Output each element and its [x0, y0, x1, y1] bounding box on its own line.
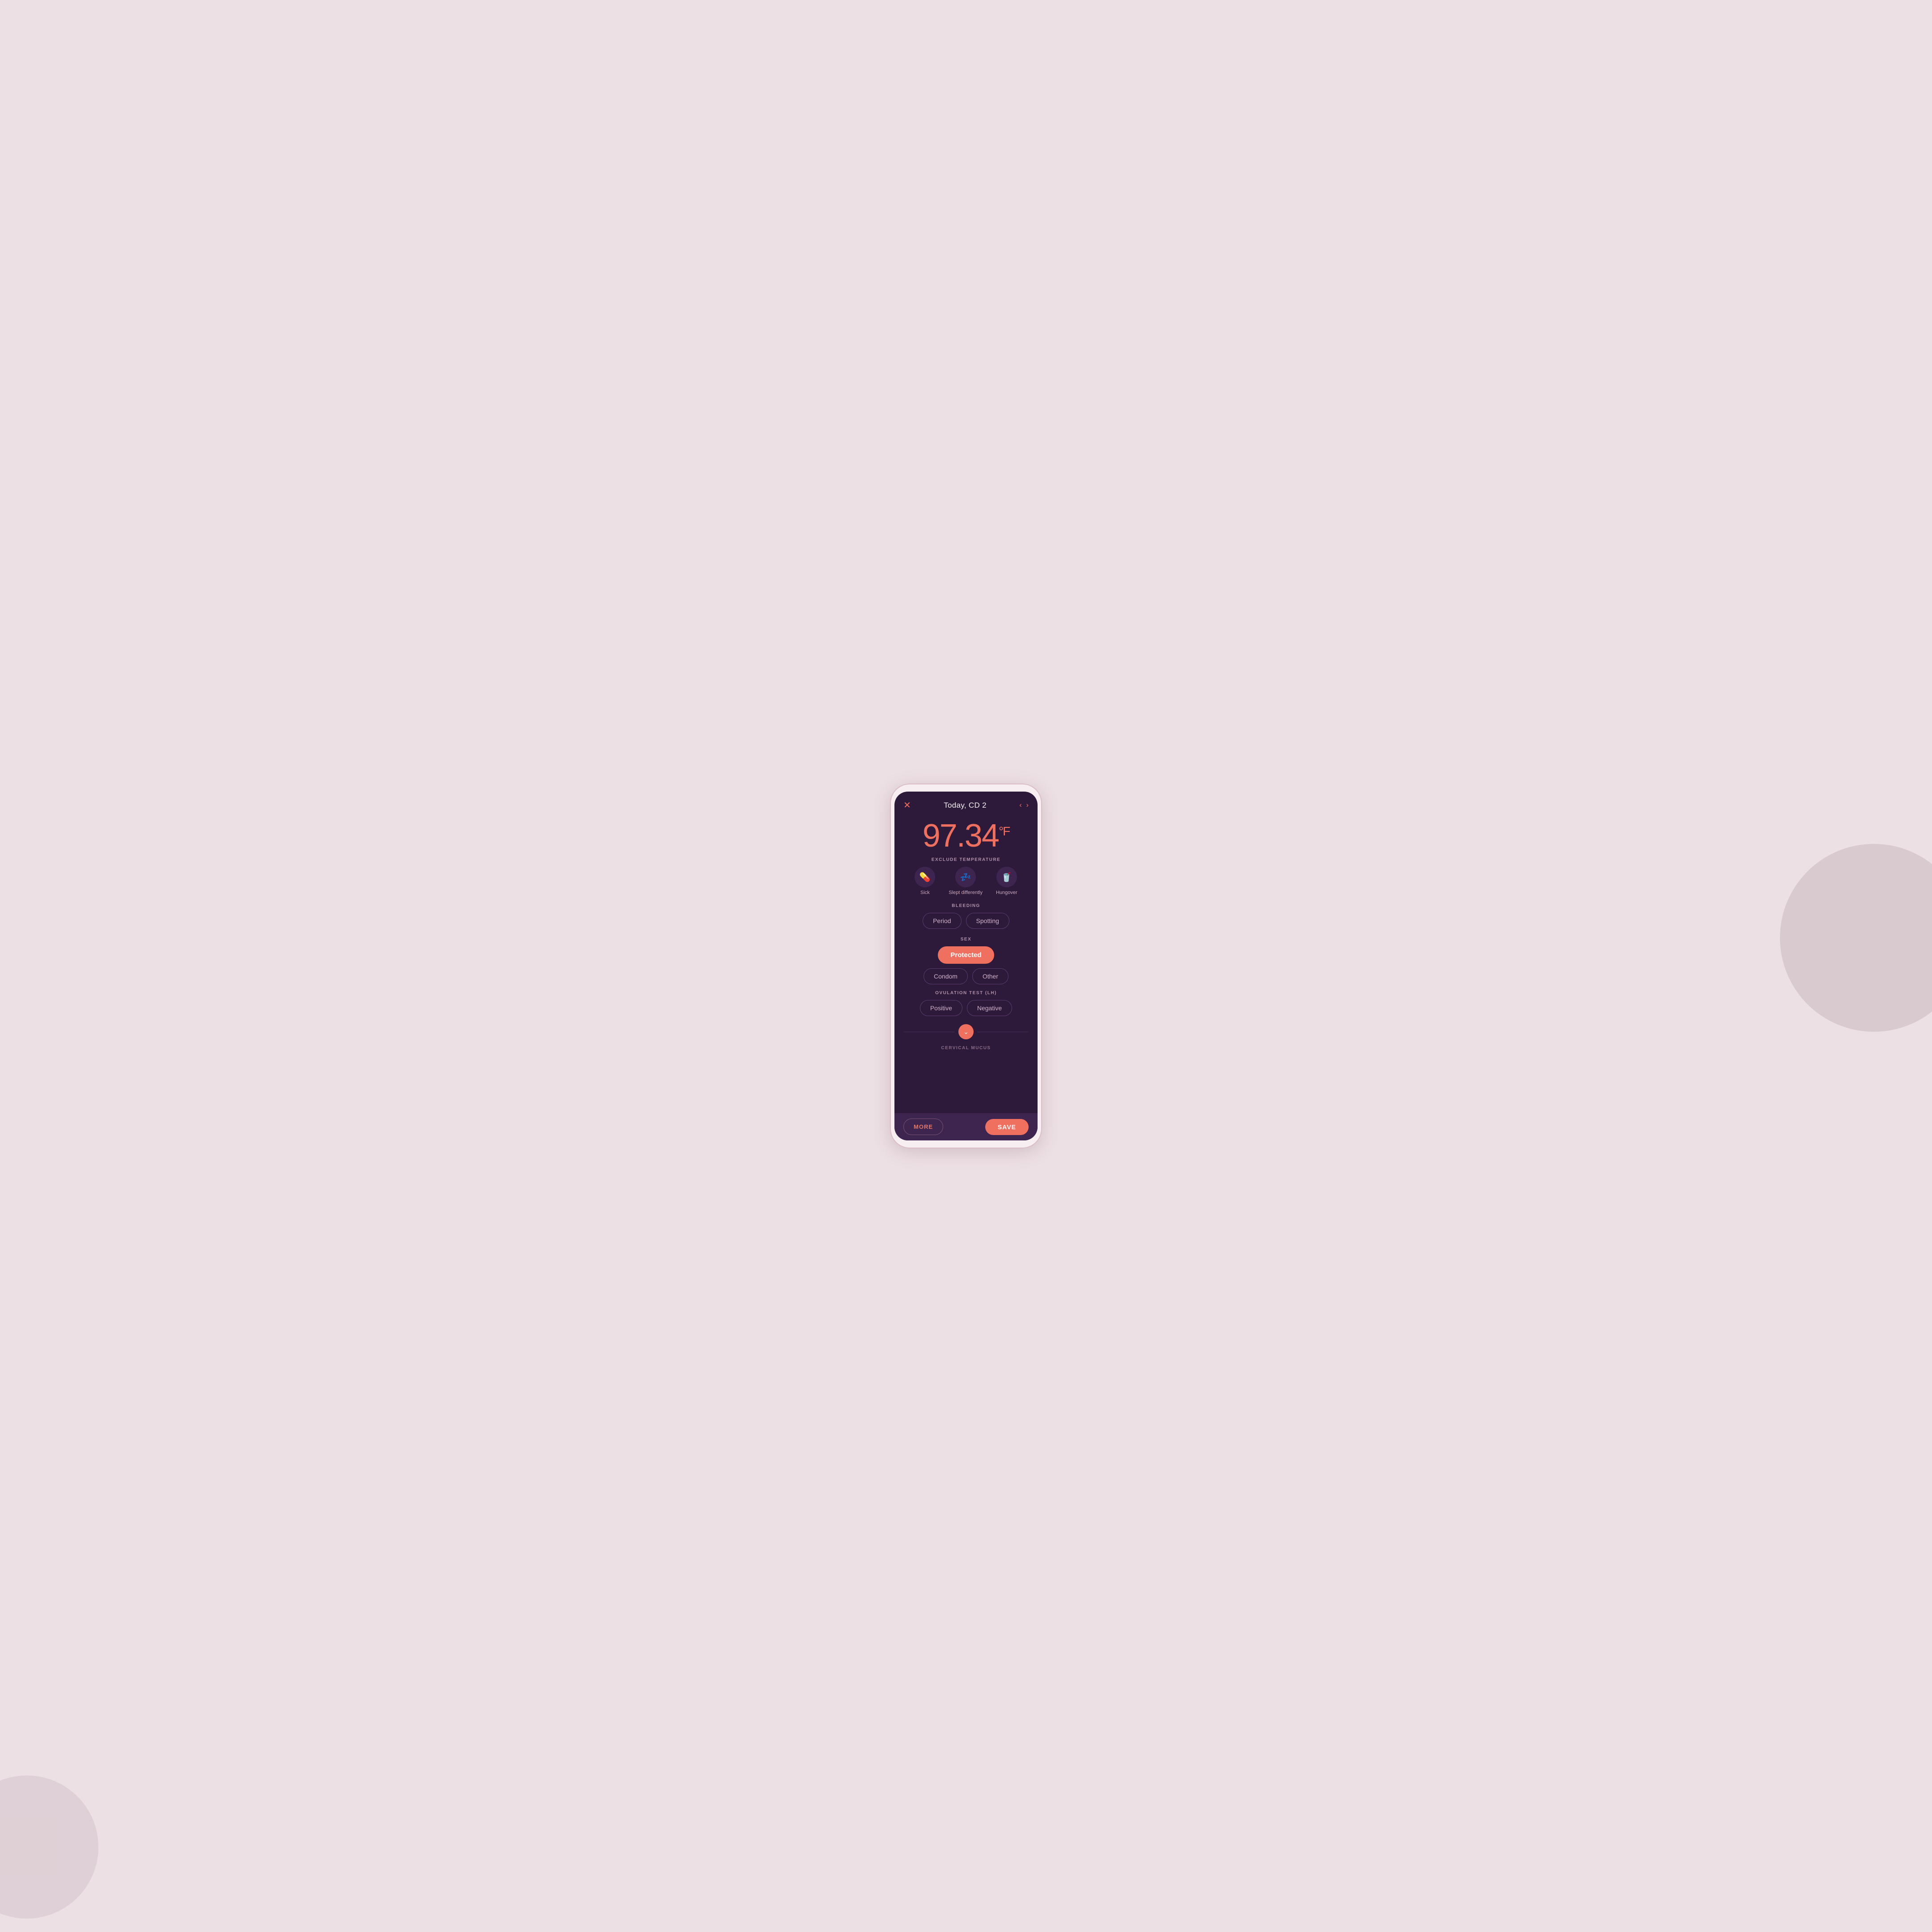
exclude-icons-row: 💊 Sick 💤 Slept differently 🥤 Hungover: [903, 867, 1029, 895]
condom-button[interactable]: Condom: [924, 968, 968, 984]
phone-device: ✕ Today, CD 2 ‹ › 97.34°F EXCLUDE TEMPER…: [890, 784, 1042, 1148]
divider-section: ⌄: [894, 1021, 1038, 1043]
bg-decoration-right: [1780, 844, 1932, 1032]
header: ✕ Today, CD 2 ‹ ›: [894, 792, 1038, 815]
hungover-icon: 🥤: [996, 867, 1017, 887]
phone-screen: ✕ Today, CD 2 ‹ › 97.34°F EXCLUDE TEMPER…: [894, 792, 1038, 1140]
ovulation-label: OVULATION TEST (LH): [903, 991, 1029, 996]
sick-label: Sick: [920, 890, 930, 895]
slept-differently-button[interactable]: 💤 Slept differently: [949, 867, 983, 895]
protected-button[interactable]: Protected: [938, 946, 994, 964]
exclude-temp-label: EXCLUDE TEMPERATURE: [903, 857, 1029, 862]
negative-button[interactable]: Negative: [967, 1000, 1012, 1016]
hungover-button[interactable]: 🥤 Hungover: [996, 867, 1017, 895]
exclude-temperature-section: EXCLUDE TEMPERATURE 💊 Sick 💤 Slept diffe…: [894, 855, 1038, 900]
other-button[interactable]: Other: [972, 968, 1008, 984]
sex-label: SEX: [903, 937, 1029, 942]
screen-content: ✕ Today, CD 2 ‹ › 97.34°F EXCLUDE TEMPER…: [894, 792, 1038, 1113]
sick-icon: 💊: [915, 867, 935, 887]
bleeding-buttons: Period Spotting: [903, 913, 1029, 929]
positive-button[interactable]: Positive: [920, 1000, 962, 1016]
header-title: Today, CD 2: [944, 801, 987, 810]
header-nav: ‹ ›: [1019, 801, 1029, 809]
bottom-bar: MORE SAVE: [894, 1113, 1038, 1140]
cervical-mucus-label: CERVICAL MUCUS: [894, 1043, 1038, 1052]
nav-forward-button[interactable]: ›: [1026, 801, 1029, 809]
bleeding-section: BLEEDING Period Spotting: [894, 900, 1038, 933]
save-button[interactable]: SAVE: [985, 1119, 1029, 1135]
expand-button[interactable]: ⌄: [958, 1024, 974, 1039]
bg-decoration-left: [0, 1775, 98, 1919]
ovulation-section: OVULATION TEST (LH) Positive Negative: [894, 987, 1038, 1021]
sick-button[interactable]: 💊 Sick: [915, 867, 935, 895]
protected-row: Protected: [903, 946, 1029, 964]
temperature-unit: °F: [999, 824, 1009, 838]
period-button[interactable]: Period: [923, 913, 961, 929]
slept-differently-label: Slept differently: [949, 890, 983, 895]
spotting-button[interactable]: Spotting: [966, 913, 1009, 929]
ovulation-buttons: Positive Negative: [903, 1000, 1029, 1016]
sleep-icon: 💤: [955, 867, 976, 887]
sex-section: SEX Protected Condom Other: [894, 933, 1038, 987]
hungover-label: Hungover: [996, 890, 1017, 895]
sex-sub-buttons: Condom Other: [903, 968, 1029, 984]
temperature-value: 97.34°F: [923, 818, 1010, 854]
nav-back-button[interactable]: ‹: [1019, 801, 1021, 809]
close-button[interactable]: ✕: [903, 800, 911, 811]
more-button[interactable]: MORE: [903, 1119, 943, 1135]
temperature-section: 97.34°F: [894, 815, 1038, 855]
chevron-down-icon: ⌄: [963, 1028, 969, 1036]
bleeding-label: BLEEDING: [903, 903, 1029, 908]
temperature-number: 97.34: [923, 818, 999, 854]
